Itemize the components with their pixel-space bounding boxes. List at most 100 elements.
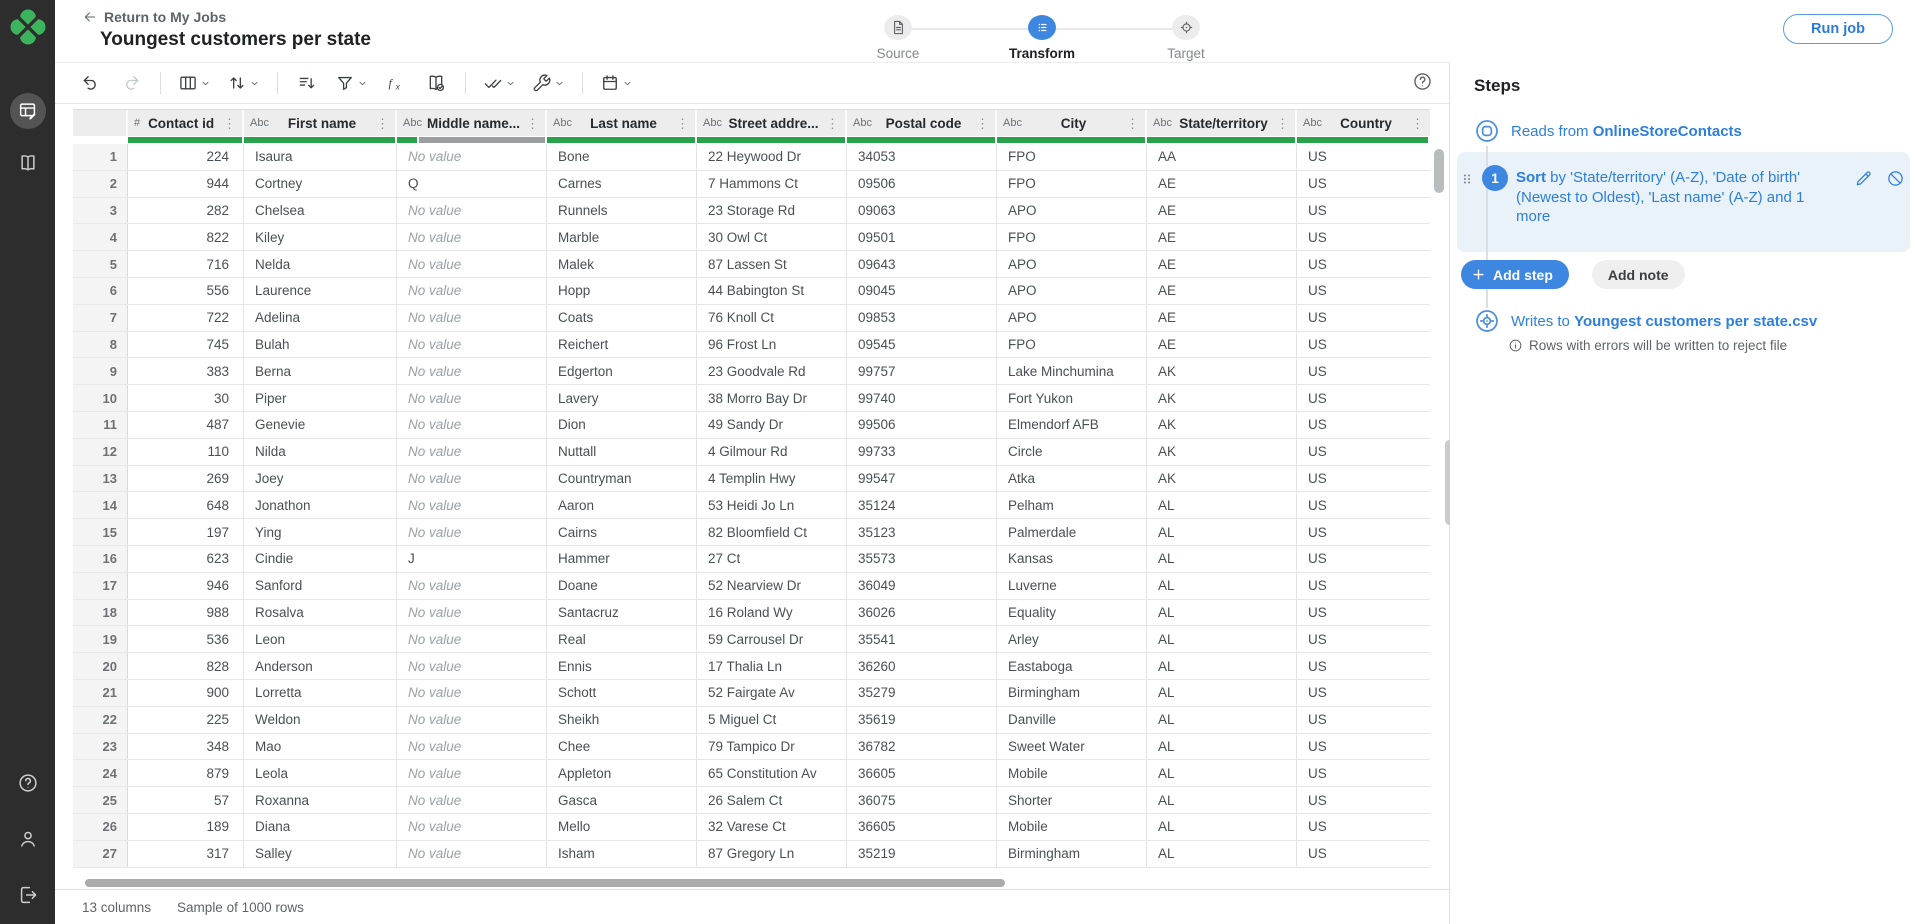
cell[interactable]: Genevie xyxy=(244,412,397,438)
cell[interactable]: No value xyxy=(397,251,547,277)
reads-from-step[interactable]: Reads from OnlineStoreContacts xyxy=(1474,118,1742,144)
cell[interactable]: US xyxy=(1297,466,1430,492)
cell[interactable]: Birmingham xyxy=(997,680,1147,706)
cell[interactable]: Fort Yukon xyxy=(997,385,1147,411)
writes-to-step[interactable]: Writes to Youngest customers per state.c… xyxy=(1474,308,1817,334)
cell[interactable]: AE xyxy=(1147,224,1297,250)
column-menu-icon[interactable]: ⋮ xyxy=(1273,117,1289,130)
disable-step-button[interactable] xyxy=(1886,169,1905,188)
cell[interactable]: AE xyxy=(1147,251,1297,277)
cell[interactable]: Runnels xyxy=(547,198,697,224)
cell[interactable]: 4 Gilmour Rd xyxy=(697,439,847,465)
cell[interactable]: Leon xyxy=(244,626,397,652)
cell[interactable]: 99506 xyxy=(847,412,997,438)
table-row[interactable]: 4822KileyNo valueMarble30 Owl Ct09501FPO… xyxy=(73,224,1430,251)
cell[interactable]: No value xyxy=(397,412,547,438)
table-row[interactable]: 14648JonathonNo valueAaron53 Heidi Jo Ln… xyxy=(73,492,1430,519)
return-to-my-jobs-link[interactable]: Return to My Jobs xyxy=(82,9,226,25)
cell[interactable]: No value xyxy=(397,305,547,331)
edit-step-button[interactable] xyxy=(1854,169,1873,188)
cell[interactable]: No value xyxy=(397,600,547,626)
table-row[interactable]: 2557RoxannaNo valueGasca26 Salem Ct36075… xyxy=(73,787,1430,814)
cell[interactable]: 99757 xyxy=(847,358,997,384)
cell[interactable]: Leola xyxy=(244,760,397,786)
table-row[interactable]: 26189DianaNo valueMello32 Varese Ct36605… xyxy=(73,814,1430,841)
cell[interactable]: AK xyxy=(1147,412,1297,438)
cell[interactable]: 648 xyxy=(128,492,244,518)
cell[interactable]: US xyxy=(1297,332,1430,358)
table-row[interactable]: 7722AdelinaNo valueCoats76 Knoll Ct09853… xyxy=(73,305,1430,332)
cell[interactable]: No value xyxy=(397,707,547,733)
cell[interactable]: Lorretta xyxy=(244,680,397,706)
cell[interactable]: Circle xyxy=(997,439,1147,465)
sidebar-item-book[interactable] xyxy=(10,145,46,181)
cell[interactable]: Ying xyxy=(244,519,397,545)
cell[interactable]: No value xyxy=(397,492,547,518)
column-menu-icon[interactable]: ⋮ xyxy=(973,117,989,130)
sort-step[interactable]: 1 Sort by 'State/territory' (A-Z), 'Date… xyxy=(1460,163,1915,227)
cell[interactable]: Real xyxy=(547,626,697,652)
cell[interactable]: No value xyxy=(397,198,547,224)
cell[interactable]: US xyxy=(1297,198,1430,224)
cell[interactable]: 623 xyxy=(128,546,244,572)
table-row[interactable]: 16623CindieJHammer27 Ct35573KansasALUS xyxy=(73,546,1430,573)
cell[interactable]: Hammer xyxy=(547,546,697,572)
cell[interactable]: US xyxy=(1297,787,1430,813)
cell[interactable]: 224 xyxy=(128,144,244,170)
cell[interactable]: US xyxy=(1297,278,1430,304)
cell[interactable]: Diana xyxy=(244,814,397,840)
column-menu-icon[interactable]: ⋮ xyxy=(523,117,539,130)
cell[interactable]: APO xyxy=(997,251,1147,277)
sidebar-item-user[interactable] xyxy=(15,826,41,852)
cell[interactable]: AK xyxy=(1147,358,1297,384)
cell[interactable]: Countryman xyxy=(547,466,697,492)
cell[interactable]: AE xyxy=(1147,171,1297,197)
cell[interactable]: 49 Sandy Dr xyxy=(697,412,847,438)
cell[interactable]: FPO xyxy=(997,224,1147,250)
table-row[interactable]: 15197YingNo valueCairns82 Bloomfield Ct3… xyxy=(73,519,1430,546)
cell[interactable]: 36049 xyxy=(847,573,997,599)
cell[interactable]: 23 Storage Rd xyxy=(697,198,847,224)
toolbar-sort-lines-button[interactable] xyxy=(292,67,322,99)
cell[interactable]: Mao xyxy=(244,734,397,760)
cell[interactable]: 900 xyxy=(128,680,244,706)
toolbar-calendar-button[interactable] xyxy=(597,67,636,99)
cell[interactable]: No value xyxy=(397,626,547,652)
cell[interactable]: Jonathon xyxy=(244,492,397,518)
cell[interactable]: No value xyxy=(397,653,547,679)
cell[interactable]: 76 Knoll Ct xyxy=(697,305,847,331)
cell[interactable]: 36605 xyxy=(847,760,997,786)
cell[interactable]: No value xyxy=(397,519,547,545)
cell[interactable]: No value xyxy=(397,841,547,867)
cell[interactable]: Appleton xyxy=(547,760,697,786)
cell[interactable]: 487 xyxy=(128,412,244,438)
cell[interactable]: Chee xyxy=(547,734,697,760)
cell[interactable]: AL xyxy=(1147,841,1297,867)
cell[interactable]: 09063 xyxy=(847,198,997,224)
cell[interactable]: 26 Salem Ct xyxy=(697,787,847,813)
cell[interactable]: US xyxy=(1297,439,1430,465)
cell[interactable]: US xyxy=(1297,841,1430,867)
cell[interactable]: US xyxy=(1297,492,1430,518)
cell[interactable]: 745 xyxy=(128,332,244,358)
cell[interactable]: No value xyxy=(397,787,547,813)
toolbar-redo-button[interactable] xyxy=(116,67,146,99)
cell[interactable]: 556 xyxy=(128,278,244,304)
toolbar-sort-arrows-button[interactable] xyxy=(224,67,263,99)
cell[interactable]: 536 xyxy=(128,626,244,652)
cell[interactable]: AL xyxy=(1147,492,1297,518)
table-row[interactable]: 6556LaurenceNo valueHopp44 Babington St0… xyxy=(73,278,1430,305)
table-row[interactable]: 2944CortneyQCarnes7 Hammons Ct09506FPOAE… xyxy=(73,171,1430,198)
cell[interactable]: AL xyxy=(1147,814,1297,840)
add-step-button[interactable]: Add step xyxy=(1461,260,1569,289)
cell[interactable]: Luverne xyxy=(997,573,1147,599)
cell[interactable]: AE xyxy=(1147,278,1297,304)
cell[interactable]: US xyxy=(1297,412,1430,438)
cell[interactable]: AK xyxy=(1147,466,1297,492)
cell[interactable]: Lake Minchumina xyxy=(997,358,1147,384)
column-header-state-territory[interactable]: Abc State/territory ⋮ xyxy=(1147,110,1297,136)
cell[interactable]: Nelda xyxy=(244,251,397,277)
cell[interactable]: Cindie xyxy=(244,546,397,572)
cell[interactable]: AL xyxy=(1147,626,1297,652)
cell[interactable]: Cairns xyxy=(547,519,697,545)
